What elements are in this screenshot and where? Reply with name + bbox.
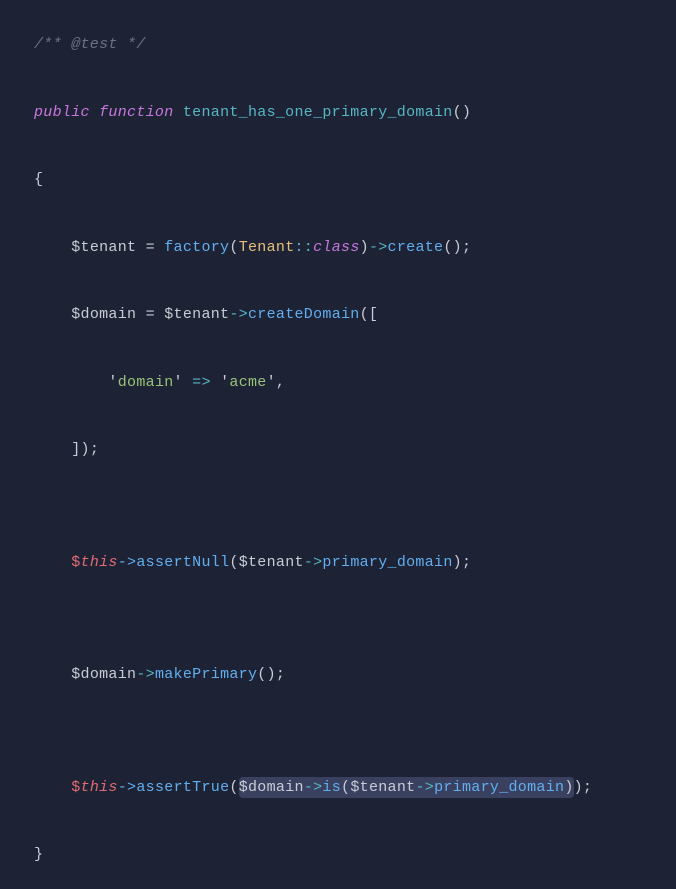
property: primary_domain — [322, 554, 452, 571]
bracket-close: ]); — [71, 441, 99, 458]
code-line: { — [34, 169, 676, 192]
string-value: acme — [229, 374, 266, 391]
variable: $domain — [239, 779, 304, 796]
class-name: Tenant — [239, 239, 295, 256]
method-call: createDomain — [248, 306, 360, 323]
this-keyword: this — [81, 554, 118, 571]
code-block: /** @test */ public function tenant_has_… — [34, 34, 676, 889]
method-call: assertTrue — [136, 779, 229, 796]
string-key: domain — [118, 374, 174, 391]
parentheses: () — [453, 104, 472, 121]
code-line: 'domain' => 'acme', — [34, 372, 676, 395]
comment: /** @test */ — [34, 36, 146, 53]
method-call: assertNull — [136, 554, 229, 571]
variable: $domain — [71, 306, 136, 323]
static-class: class — [313, 239, 360, 256]
keyword-public: public — [34, 104, 90, 121]
method-call: is — [322, 779, 341, 796]
brace-open: { — [34, 171, 43, 188]
code-line: $domain = $tenant->createDomain([ — [34, 304, 676, 327]
code-line: } — [34, 844, 676, 867]
this-keyword: this — [81, 779, 118, 796]
code-line: public function tenant_has_one_primary_d… — [34, 102, 676, 125]
function-name: tenant_has_one_primary_domain — [183, 104, 453, 121]
code-line: $this->assertNull($tenant->primary_domai… — [34, 552, 676, 575]
code-line: $this->assertTrue($domain->is($tenant->p… — [34, 777, 676, 800]
variable: $tenant — [164, 306, 229, 323]
code-line: ]); — [34, 439, 676, 462]
code-line: /** @test */ — [34, 34, 676, 57]
highlighted-region: $domain->is($tenant->primary_domain) — [239, 777, 574, 798]
keyword-function: function — [99, 104, 173, 121]
code-line: $domain->makePrimary(); — [34, 664, 676, 687]
variable: $tenant — [350, 779, 415, 796]
brace-close: } — [34, 846, 43, 863]
function-call: factory — [164, 239, 229, 256]
method-call: create — [388, 239, 444, 256]
variable: $tenant — [239, 554, 304, 571]
property: primary_domain — [434, 779, 564, 796]
variable: $tenant — [71, 239, 136, 256]
code-line: $tenant = factory(Tenant::class)->create… — [34, 237, 676, 260]
